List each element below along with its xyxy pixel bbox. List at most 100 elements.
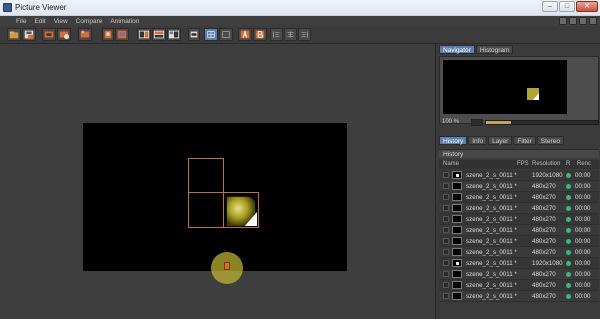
history-row[interactable]: szene_2_s_0011 * 1920x1080 00:00 [439,170,599,181]
row-checkbox[interactable] [443,282,449,288]
menu-file[interactable]: File [16,18,26,25]
history-row[interactable]: szene_2_s_0011 * 480x270 00:00 [439,225,599,236]
tab-stereo[interactable]: Stereo [536,136,564,145]
col-name[interactable]: Name [443,161,459,167]
row-name: szene_2_s_0011 * [466,216,517,223]
row-thumbnail [452,171,462,179]
open-icon[interactable] [7,28,21,41]
row-checkbox[interactable] [443,216,449,222]
row-checkbox[interactable] [443,271,449,277]
clip-a-icon[interactable] [102,28,114,41]
row-name: szene_2_s_0011 * [466,293,517,300]
menu-edit[interactable]: Edit [34,18,45,25]
menu-animation[interactable]: Animation [110,18,139,25]
align-left-icon[interactable] [270,28,283,41]
history-row[interactable]: szene_2_s_0011 * 480x270 00:00 [439,181,599,192]
col-resolution[interactable]: Resolution [532,161,560,167]
layout-icon[interactable] [167,28,181,41]
history-row[interactable]: szene_2_s_0011 * 480x270 00:00 [439,192,599,203]
align-center-icon[interactable] [284,28,297,41]
col-rend[interactable]: Renc [577,161,591,167]
row-checkbox[interactable] [443,227,449,233]
clip-b-icon[interactable] [115,28,129,41]
split-view-icon[interactable] [152,28,166,41]
history-list: szene_2_s_0011 * 1920x1080 00:00 szene_2_s_… [439,170,599,302]
row-thumbnail [452,248,462,256]
row-resolution: 480x270 [532,249,556,256]
a-label-icon[interactable] [238,28,252,41]
row-thumbnail [452,237,462,245]
expand-icon[interactable] [589,17,597,25]
row-render-time: 00:00 [575,293,591,300]
history-row[interactable]: szene_2_s_0011 * 1920x1080 00:00 [439,258,599,269]
zoom-slider[interactable] [485,120,599,125]
image-canvas[interactable] [83,123,347,271]
row-thumbnail [452,204,462,212]
row-checkbox[interactable] [443,260,449,266]
render-preview-icon [226,196,258,227]
app-icon [3,3,12,12]
b-label-icon[interactable] [253,28,267,41]
ab-mode-icon[interactable] [188,28,200,41]
panel-icon[interactable] [569,17,577,25]
minimize-button[interactable]: – [542,1,558,12]
tab-histogram[interactable]: Histogram [475,45,514,54]
status-dot-icon [566,173,571,178]
render-icon[interactable] [57,28,71,41]
navigator-thumbnail[interactable] [443,60,567,114]
export-icon[interactable] [42,28,56,41]
tab-info[interactable]: Info [468,136,488,145]
row-checkbox[interactable] [443,183,449,189]
tab-layer[interactable]: Layer [488,136,513,145]
history-row[interactable]: szene_2_s_0011 * 480x270 00:00 [439,280,599,291]
navigator-panel [439,56,599,124]
tile-icon[interactable] [219,28,233,41]
row-checkbox[interactable] [443,194,449,200]
row-checkbox[interactable] [443,238,449,244]
history-row[interactable]: szene_2_s_0011 * 480x270 00:00 [439,247,599,258]
history-row[interactable]: szene_2_s_0011 * 480x270 00:00 [439,269,599,280]
history-row[interactable]: szene_2_s_0011 * 480x270 00:00 [439,236,599,247]
film-icon[interactable] [78,28,92,41]
row-checkbox[interactable] [443,293,449,299]
tab-history[interactable]: History [439,136,468,145]
row-resolution: 1920x1080 [532,260,563,267]
row-resolution: 1920x1080 [532,172,563,179]
menu-view[interactable]: View [54,18,68,25]
col-r[interactable]: R [566,161,570,167]
history-row[interactable]: szene_2_s_0011 * 480x270 00:00 [439,291,599,302]
tab-filter[interactable]: Filter [513,136,536,145]
status-dot-icon [566,294,571,299]
row-checkbox[interactable] [443,249,449,255]
menu-compare[interactable]: Compare [76,18,103,25]
row-resolution: 480x270 [532,216,556,223]
row-name: szene_2_s_0011 * [466,238,517,245]
row-resolution: 480x270 [532,227,556,234]
zoom-slider-fill[interactable] [486,121,511,124]
status-dot-icon [566,206,571,211]
maximize-button[interactable]: □ [559,1,575,12]
status-dot-icon [566,239,571,244]
history-row[interactable]: szene_2_s_0011 * 480x270 00:00 [439,214,599,225]
status-dot-icon [566,184,571,189]
pin-icon[interactable] [559,17,567,25]
row-checkbox[interactable] [443,205,449,211]
row-render-time: 00:00 [575,271,591,278]
save-icon[interactable] [22,28,36,41]
compare-icon[interactable] [137,28,151,41]
status-dot-icon [566,283,571,288]
history-title: History [443,151,464,158]
arrows-icon[interactable] [579,17,587,25]
align-right-icon[interactable] [298,28,311,41]
col-fps[interactable]: FPS [517,161,529,167]
tab-navigator[interactable]: Navigator [439,45,475,54]
grid-icon[interactable] [204,28,218,41]
row-resolution: 480x270 [532,282,556,289]
row-checkbox[interactable] [443,172,449,178]
close-button[interactable]: ✕ [576,1,598,12]
zoom-row: 100 % [439,118,599,127]
history-row[interactable]: szene_2_s_0011 * 480x270 00:00 [439,203,599,214]
zoom-field[interactable] [471,119,483,126]
row-thumbnail [452,292,462,300]
image-viewport[interactable] [0,44,435,319]
